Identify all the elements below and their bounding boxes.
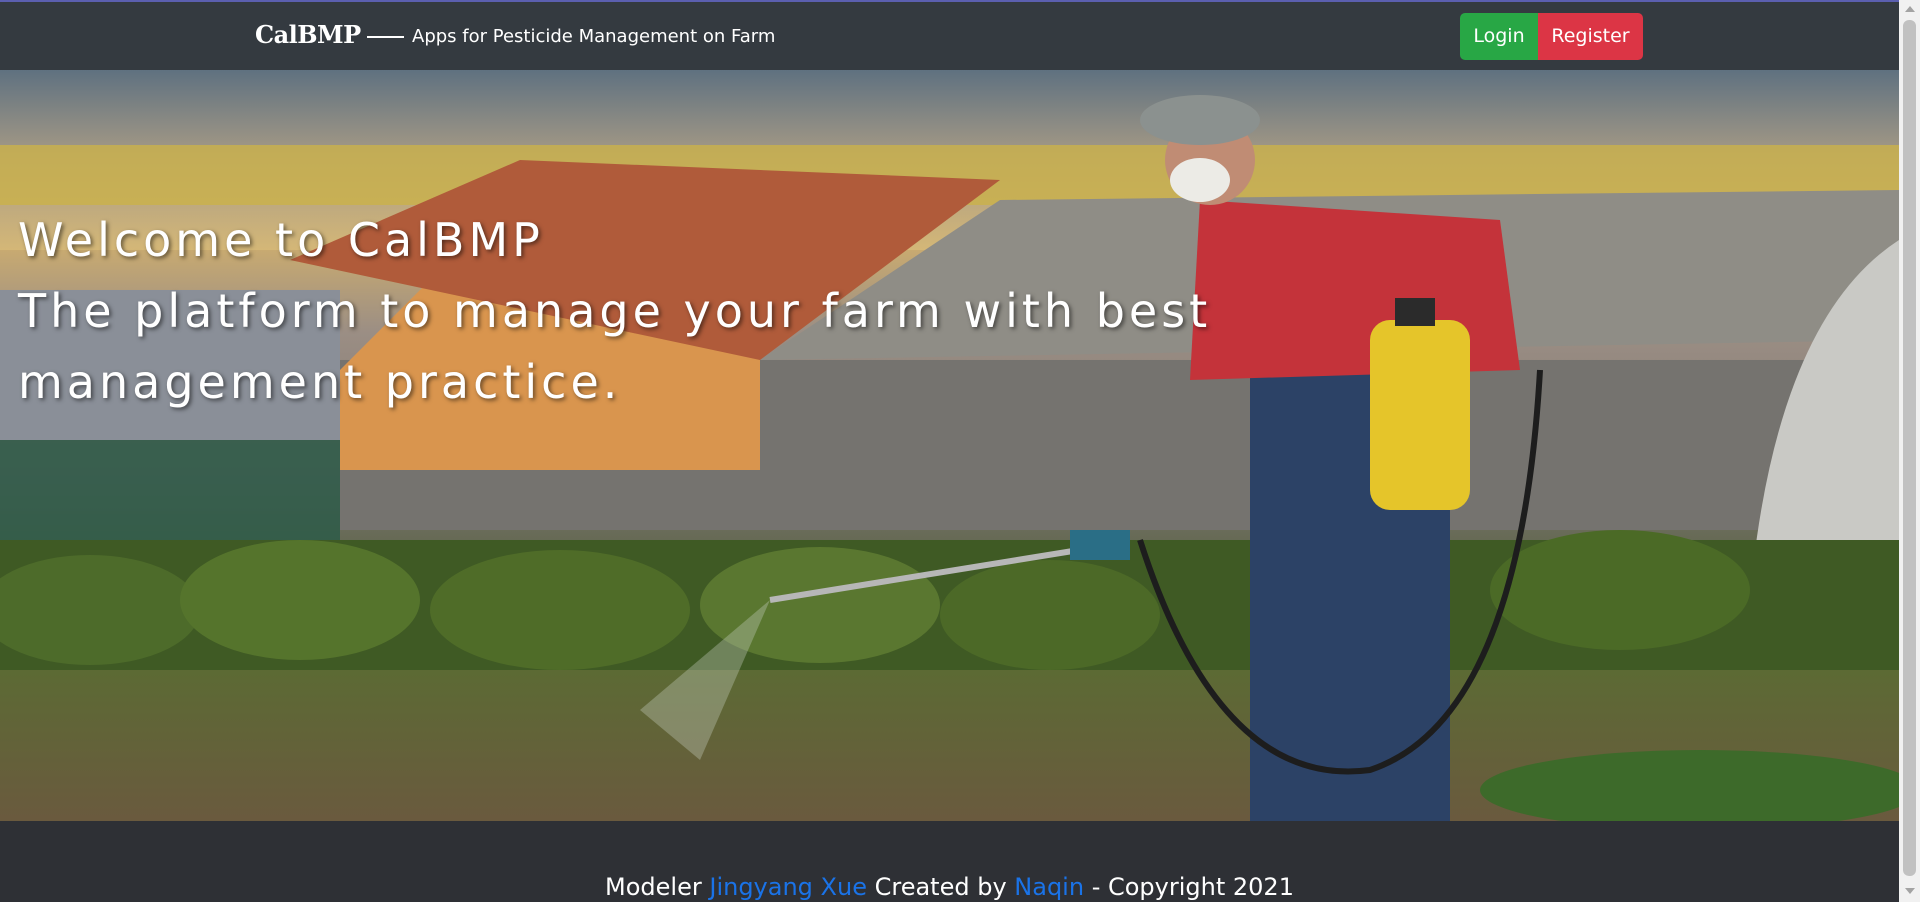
copyright-text: - Copyright 2021 — [1091, 873, 1294, 901]
vertical-scrollbar[interactable] — [1899, 0, 1920, 902]
brand-logo[interactable]: CalBMP — [255, 20, 361, 49]
register-button[interactable]: Register — [1538, 13, 1643, 60]
tagline-dash — [367, 35, 404, 38]
scroll-down-icon[interactable] — [1905, 888, 1915, 894]
created-by-label: Created by — [874, 873, 1007, 901]
hero-line-practice: management practice. — [18, 355, 622, 409]
hero-line-welcome: Welcome to CalBMP — [18, 213, 544, 267]
brand-tagline: Apps for Pesticide Management on Farm — [367, 26, 775, 47]
footer: Modeler Jingyang Xue Created by Naqin - … — [0, 821, 1899, 902]
login-button[interactable]: Login — [1460, 13, 1538, 60]
creator-link[interactable]: Naqin — [1014, 873, 1084, 901]
navbar: CalBMP Apps for Pesticide Management on … — [0, 2, 1899, 70]
hero-banner: Welcome to CalBMP The platform to manage… — [0, 70, 1899, 821]
hero-farm-image — [0, 70, 1899, 821]
hero-heading: Welcome to CalBMP The platform to manage… — [18, 205, 1212, 418]
modeler-label: Modeler — [605, 873, 702, 901]
scrollbar-thumb[interactable] — [1903, 20, 1916, 876]
footer-credits: Modeler Jingyang Xue Created by Naqin - … — [0, 873, 1899, 901]
hero-line-platform: The platform to manage your farm with be… — [18, 284, 1212, 338]
scroll-up-icon[interactable] — [1905, 6, 1915, 12]
modeler-link[interactable]: Jingyang Xue — [709, 873, 867, 901]
tagline-text: Apps for Pesticide Management on Farm — [412, 26, 776, 47]
